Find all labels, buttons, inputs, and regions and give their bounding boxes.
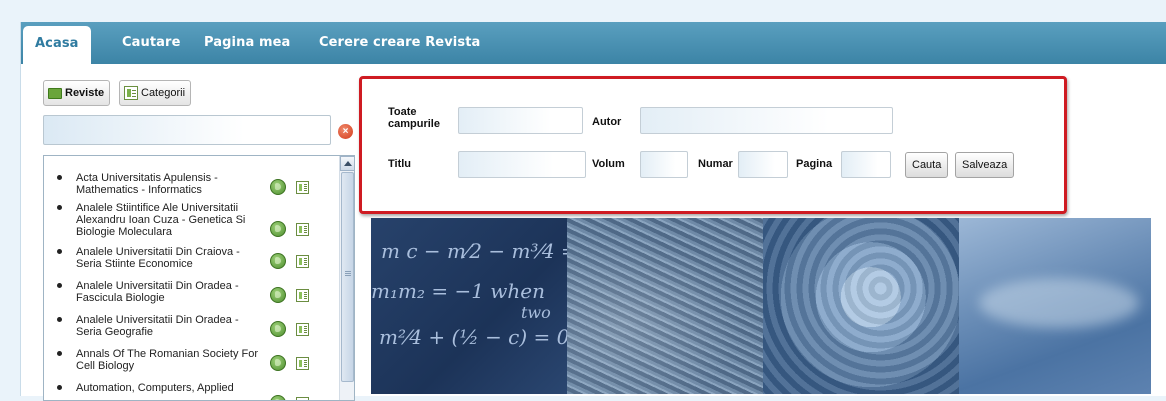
top-band [0,0,1166,24]
categorii-toggle-button[interactable]: Categorii [119,80,192,106]
journal-title[interactable]: Analele Stiintifice Ale Universitatii Al… [76,202,245,238]
label-titlu: Titlu [388,158,412,170]
search-panel: Toate campurile Autor Titlu Volum Numar … [359,76,1067,214]
all-fields-input[interactable] [458,107,583,134]
label-toate-campurile: Toate campurile [388,106,440,130]
bullet [57,205,62,210]
globe-icon[interactable] [270,179,286,195]
bullet [57,351,62,356]
page-content: Acasa Cautare Pagina mea Cerere creare R… [20,22,1166,401]
categorii-label: Categorii [141,87,186,99]
number-input[interactable] [738,151,788,178]
globe-icon[interactable] [270,321,286,337]
surface-texture-image [567,218,763,394]
scroll-thumb[interactable] [341,172,354,382]
author-input[interactable] [640,107,893,134]
title-input[interactable] [458,151,586,178]
tab-bar: Acasa Cautare Pagina mea Cerere creare R… [21,22,1166,64]
list-item: Analele Universitatii Din Craiova - Seri… [44,246,336,270]
page-icon[interactable] [296,181,309,194]
globe-icon[interactable] [270,355,286,371]
journal-list[interactable]: Acta Universitatis Apulensis - Mathemati… [43,155,355,401]
globe-icon[interactable] [270,221,286,237]
journal-title[interactable]: Annals Of The Romanian Society For Cell … [76,348,258,372]
journals-sidebar: Reviste Categorii × Acta Universitatis A… [39,80,359,401]
journal-filter-input[interactable] [43,115,331,145]
scroll-up-icon[interactable] [340,156,354,171]
list-scrollbar[interactable] [339,156,354,400]
page-icon[interactable] [296,397,309,400]
page-icon[interactable] [296,289,309,302]
folder-icon [48,87,62,99]
label-toate-line2: campurile [388,118,440,130]
list-item: Analele Universitatii Din Oradea - Seria… [44,314,336,338]
math-chalk-4: m²⁄4 + (½ − c) = 0 [379,325,570,349]
bullet [57,249,62,254]
salveaza-button[interactable]: Salveaza [955,152,1015,178]
list-item: Annals Of The Romanian Society For Cell … [44,348,336,372]
tab-acasa[interactable]: Acasa [23,26,91,64]
label-autor: Autor [592,116,622,128]
cells-micrograph-image [763,218,959,394]
label-pagina: Pagina [796,158,833,170]
label-toate-line1: Toate [388,106,417,118]
bullet [57,317,62,322]
journal-title[interactable]: Analele Universitatii Din Oradea - Seria… [76,314,239,338]
tab-cerere-creare-revista[interactable]: Cerere creare Revista [319,22,480,64]
science-banner: m c − m⁄2 − m³⁄4 = m₁m₂ = −1 when two m²… [371,218,1151,394]
category-icon [124,86,138,101]
volume-input[interactable] [640,151,688,178]
globe-icon[interactable] [270,287,286,303]
cauta-button[interactable]: Cauta [905,152,949,178]
reviste-label: Reviste [65,87,105,99]
clear-icon[interactable]: × [338,124,353,139]
journal-title[interactable]: Automation, Computers, Applied [76,382,234,394]
list-item: Automation, Computers, Applied [44,382,336,400]
list-item: Analele Universitatii Din Oradea - Fasci… [44,280,336,304]
page-icon[interactable] [296,323,309,336]
page-icon[interactable] [296,357,309,370]
math-chalk-3: two [521,303,551,322]
journal-title[interactable]: Acta Universitatis Apulensis - Mathemati… [76,172,218,196]
math-chalk-2: m₁m₂ = −1 when [371,279,545,303]
reviste-toggle-button[interactable]: Reviste [43,80,111,106]
list-item: Analele Stiintifice Ale Universitatii Al… [44,202,336,238]
page-icon[interactable] [296,255,309,268]
bullet [57,385,62,390]
sky-clouds-image [959,218,1151,394]
math-chalkboard-image: m c − m⁄2 − m³⁄4 = m₁m₂ = −1 when two m²… [371,218,578,394]
bullet [57,175,62,180]
page-icon[interactable] [296,223,309,236]
page-input[interactable] [841,151,891,178]
journal-title[interactable]: Analele Universitatii Din Craiova - Seri… [76,246,240,270]
tab-pagina-mea[interactable]: Pagina mea [204,22,290,64]
journal-title[interactable]: Analele Universitatii Din Oradea - Fasci… [76,280,239,304]
list-item: Acta Universitatis Apulensis - Mathemati… [44,172,336,196]
math-chalk-1: m c − m⁄2 − m³⁄4 = [381,239,578,263]
globe-icon[interactable] [270,253,286,269]
label-volum: Volum [592,158,625,170]
label-numar: Numar [698,158,733,170]
bullet [57,283,62,288]
tab-cautare[interactable]: Cautare [122,22,180,64]
